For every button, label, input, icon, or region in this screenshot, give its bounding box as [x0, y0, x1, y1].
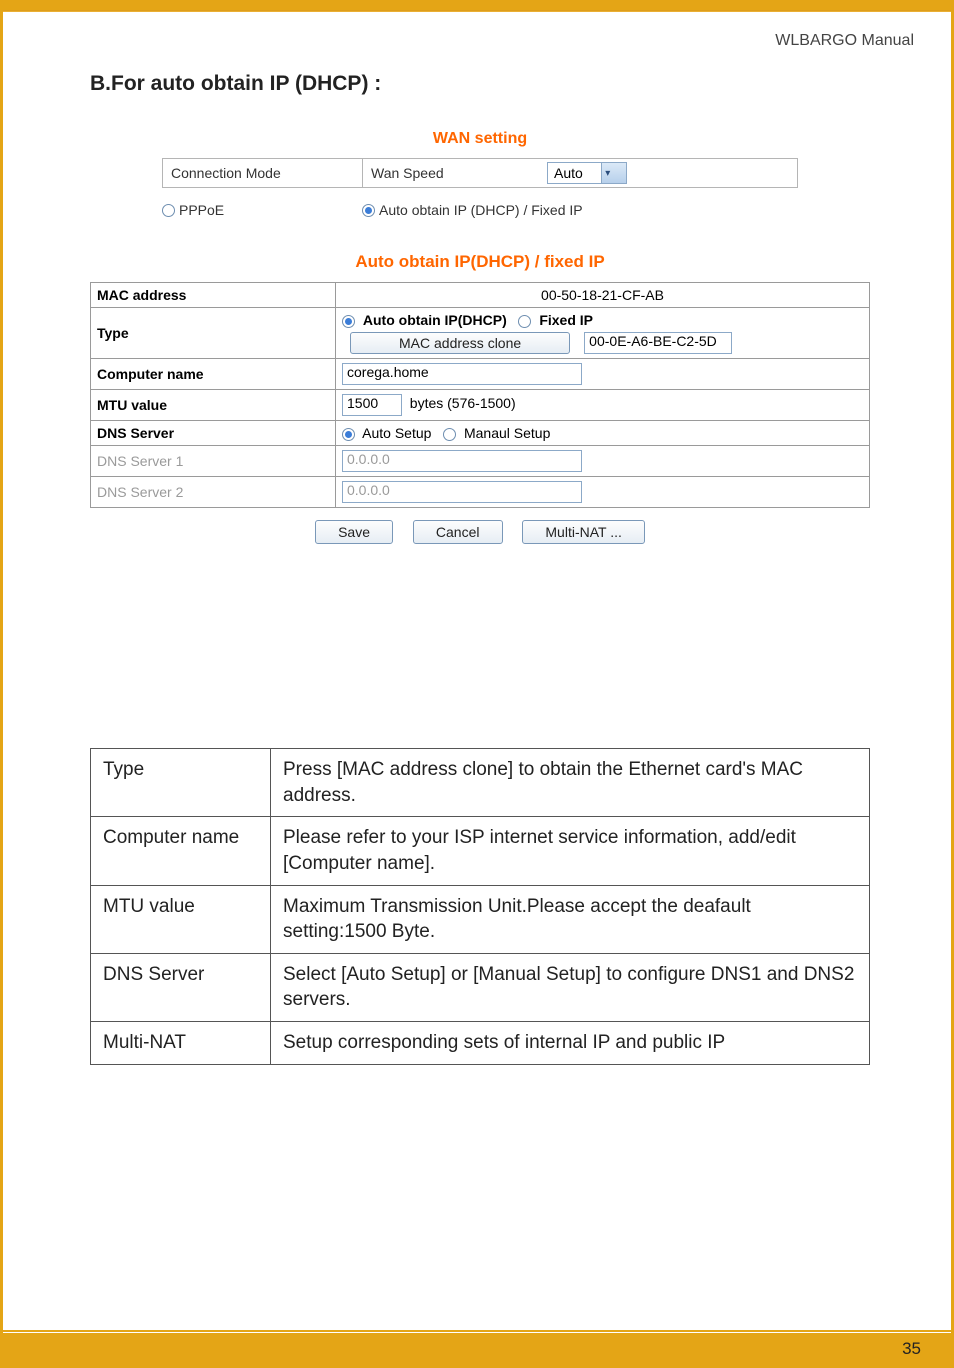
- cancel-button[interactable]: Cancel: [413, 520, 503, 544]
- table-row: Multi-NAT Setup corresponding sets of in…: [91, 1022, 870, 1065]
- connection-mode-row: PPPoE Auto obtain IP (DHCP) / Fixed IP: [162, 202, 798, 218]
- dhcp-radio[interactable]: [362, 204, 375, 217]
- wan-speed-label: Wan Speed: [363, 159, 543, 187]
- mac-address-value: 00-50-18-21-CF-AB: [336, 283, 870, 308]
- button-row: Save Cancel Multi-NAT ...: [90, 520, 870, 544]
- pppoe-label: PPPoE: [179, 202, 224, 218]
- desc-key: MTU value: [91, 885, 271, 953]
- dns2-input[interactable]: 0.0.0.0: [342, 481, 582, 503]
- type-auto-label: Auto obtain IP(DHCP): [363, 312, 507, 328]
- wan-speed-select[interactable]: Auto ▾: [547, 162, 627, 184]
- wan-speed-value: Auto: [548, 165, 601, 181]
- pppoe-radio[interactable]: [162, 204, 175, 217]
- desc-val: Maximum Transmission Unit.Please accept …: [271, 885, 870, 953]
- mtu-hint: bytes (576-1500): [410, 395, 516, 411]
- mtu-input[interactable]: 1500: [342, 394, 402, 416]
- table-row: MTU value Maximum Transmission Unit.Plea…: [91, 885, 870, 953]
- wan-title: WAN setting: [90, 130, 870, 148]
- dns-manual-radio[interactable]: [443, 428, 456, 441]
- mtu-label: MTU value: [91, 390, 336, 421]
- dns1-label: DNS Server 1: [91, 446, 336, 477]
- dhcp-config-table: MAC address 00-50-18-21-CF-AB Type Auto …: [90, 282, 870, 508]
- computer-name-input[interactable]: corega.home: [342, 363, 582, 385]
- desc-key: Computer name: [91, 817, 271, 885]
- header-accent: [3, 10, 951, 12]
- wan-settings-box: Connection Mode Wan Speed Auto ▾: [162, 158, 798, 188]
- desc-key: DNS Server: [91, 953, 271, 1021]
- dhcp-label: Auto obtain IP (DHCP) / Fixed IP: [379, 202, 583, 218]
- mac-clone-value[interactable]: 00-0E-A6-BE-C2-5D: [584, 332, 732, 354]
- computer-name-label: Computer name: [91, 359, 336, 390]
- dns-auto-radio[interactable]: [342, 428, 355, 441]
- dhcp-section-title: Auto obtain IP(DHCP) / fixed IP: [90, 252, 870, 272]
- multinat-button[interactable]: Multi-NAT ...: [522, 520, 645, 544]
- manual-title: WLBARGO Manual: [775, 32, 914, 50]
- desc-val: Select [Auto Setup] or [Manual Setup] to…: [271, 953, 870, 1021]
- description-table: Type Press [MAC address clone] to obtain…: [90, 748, 870, 1065]
- chevron-down-icon: ▾: [601, 163, 626, 183]
- type-fixed-radio[interactable]: [518, 315, 531, 328]
- desc-val: Setup corresponding sets of internal IP …: [271, 1022, 870, 1065]
- dns-server-label: DNS Server: [91, 421, 336, 446]
- dns-auto-label: Auto Setup: [362, 425, 431, 441]
- section-heading: B.For auto obtain IP (DHCP) :: [90, 72, 381, 96]
- table-row: Type Press [MAC address clone] to obtain…: [91, 749, 870, 817]
- connection-mode-label: Connection Mode: [163, 159, 363, 187]
- type-auto-radio[interactable]: [342, 315, 355, 328]
- dns2-label: DNS Server 2: [91, 477, 336, 508]
- dns-manual-label: Manaul Setup: [464, 425, 550, 441]
- type-label: Type: [91, 308, 336, 359]
- table-row: Computer name Please refer to your ISP i…: [91, 817, 870, 885]
- desc-val: Please refer to your ISP internet servic…: [271, 817, 870, 885]
- mac-clone-button[interactable]: MAC address clone: [350, 332, 570, 354]
- embedded-screenshot: WAN setting Connection Mode Wan Speed Au…: [90, 130, 870, 544]
- page-number: 35: [902, 1339, 921, 1359]
- table-row: DNS Server Select [Auto Setup] or [Manua…: [91, 953, 870, 1021]
- desc-key: Multi-NAT: [91, 1022, 271, 1065]
- desc-key: Type: [91, 749, 271, 817]
- footer-bar: 35: [3, 1333, 951, 1365]
- save-button[interactable]: Save: [315, 520, 393, 544]
- mac-address-label: MAC address: [91, 283, 336, 308]
- desc-val: Press [MAC address clone] to obtain the …: [271, 749, 870, 817]
- type-fixed-label: Fixed IP: [539, 312, 593, 328]
- dns1-input[interactable]: 0.0.0.0: [342, 450, 582, 472]
